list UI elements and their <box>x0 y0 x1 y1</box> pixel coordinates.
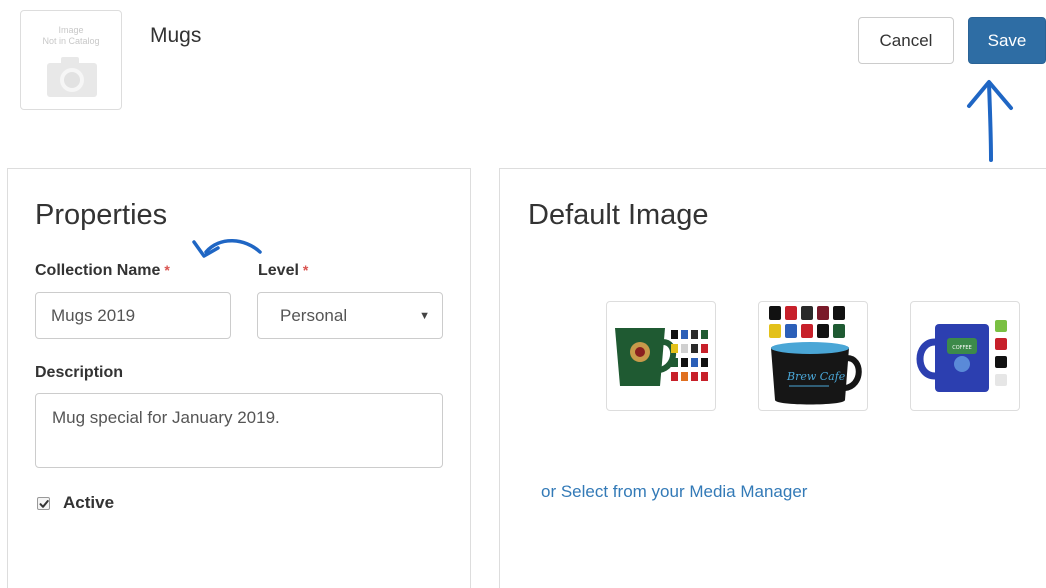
collection-name-label: Collection Name * <box>35 262 170 280</box>
active-checkbox[interactable] <box>37 497 50 510</box>
collection-name-input[interactable]: Mugs 2019 <box>35 292 231 339</box>
mug-collection-image: Brew Cafe <box>769 306 862 405</box>
cancel-button[interactable]: Cancel <box>858 17 954 64</box>
active-label: Active <box>63 493 115 512</box>
image-option-blue-mug[interactable]: COFFEE <box>910 301 1020 411</box>
caret-down-icon: ▼ <box>419 309 430 322</box>
default-image-panel: Default Image Brew Cafe COFFEE or Select… <box>499 168 1046 588</box>
collection-thumbnail: Image Not in Catalog <box>20 10 122 110</box>
mug-collection-image <box>615 328 708 386</box>
image-option-black-mug[interactable]: Brew Cafe <box>758 301 868 411</box>
thumbnail-placeholder-text: Image Not in Catalog <box>42 25 100 46</box>
checkmark-icon <box>39 500 49 508</box>
collection-name-label-text: Collection Name <box>35 262 161 279</box>
svg-text:COFFEE: COFFEE <box>952 345 972 351</box>
annotation-arrow-up-icon <box>967 80 1013 162</box>
properties-heading: Properties <box>35 199 168 231</box>
required-marker: * <box>302 262 309 278</box>
image-option-green-mug[interactable] <box>606 301 716 411</box>
description-textarea[interactable]: Mug special for January 2019. <box>35 393 443 468</box>
collection-title: Mugs <box>150 24 202 47</box>
media-manager-link[interactable]: or Select from your Media Manager <box>541 482 807 502</box>
level-select[interactable]: Personal ▼ <box>257 292 443 339</box>
annotation-curved-arrow-icon <box>192 239 262 258</box>
required-marker: * <box>164 262 170 278</box>
description-label: Description <box>35 364 124 381</box>
svg-text:Brew Cafe: Brew Cafe <box>786 370 846 383</box>
camera-icon <box>47 57 97 97</box>
mug-collection-image: COFFEE <box>916 320 1007 392</box>
level-select-value: Personal <box>280 305 348 325</box>
default-image-heading: Default Image <box>528 199 709 231</box>
save-button[interactable]: Save <box>968 17 1046 64</box>
